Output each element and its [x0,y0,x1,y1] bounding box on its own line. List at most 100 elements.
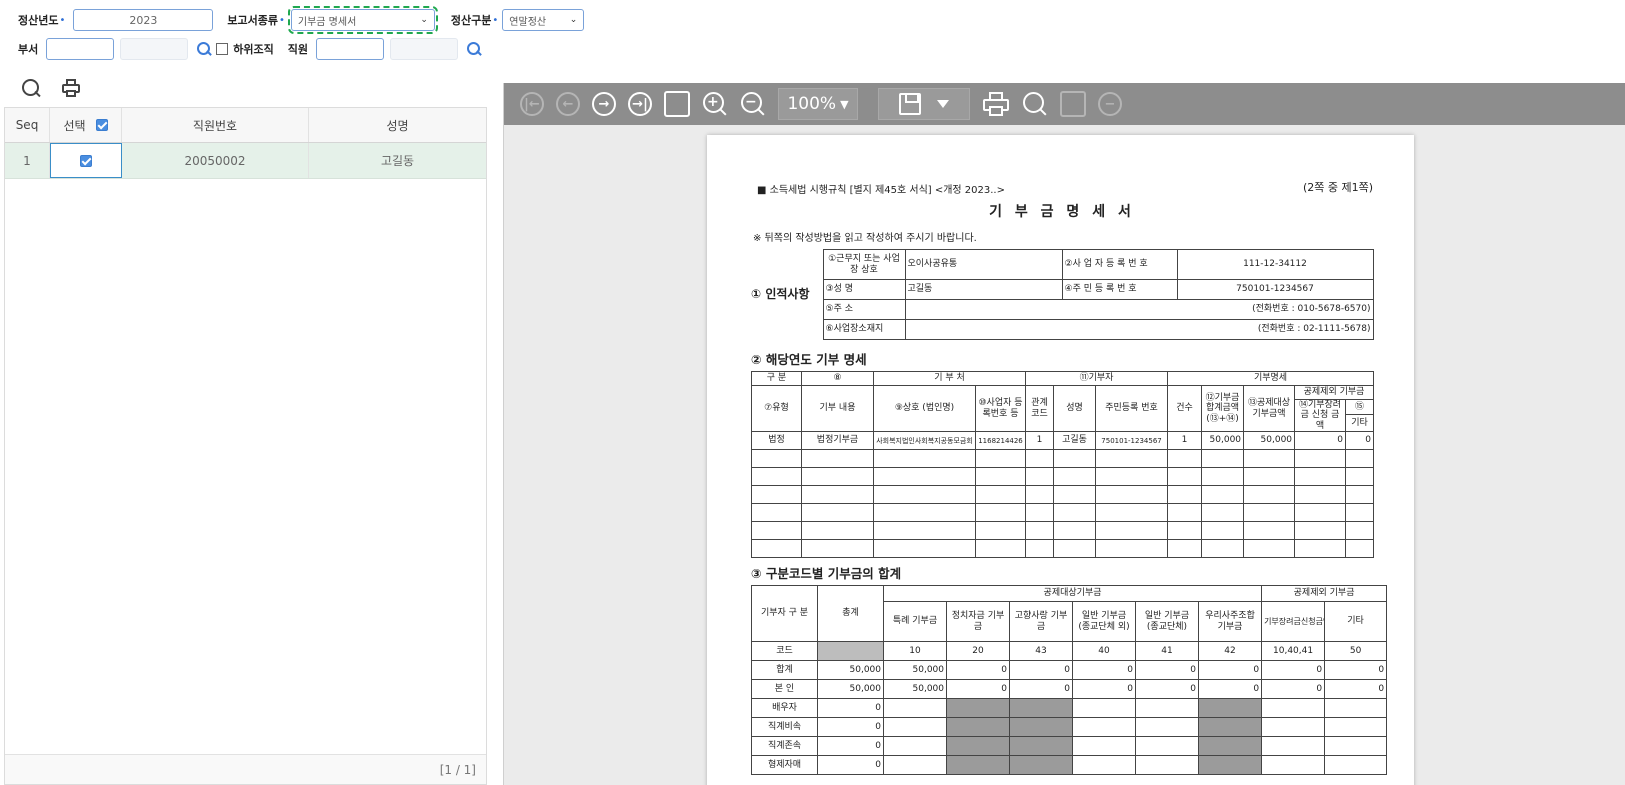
row-name: 고길동 [380,154,415,168]
row-label: 배우자 [751,698,818,718]
biz-addr-label: ⑥사업장소재지 [822,319,906,340]
row-label: 본 인 [751,679,818,699]
page-jump-icon[interactable] [664,91,690,117]
spouse-row: 배우자 0 [751,698,1388,718]
search-icon[interactable] [20,77,42,99]
page-number: (2쪽 중 제1쪽) [1302,181,1373,194]
dept-label: 부서 [18,43,39,56]
row-other: 0 [1345,431,1375,451]
row-donor-name: 고길동 [1053,431,1096,451]
val: 0 [946,660,1010,680]
col-political: 정치자금 기부금 [946,601,1010,642]
filter-row-2: 부서 하위조직 직원 [18,36,482,62]
next-page-icon[interactable]: → [592,92,616,116]
h-donor-rrn: 주민등록 번호 [1094,384,1169,433]
row-select-cell[interactable] [50,143,122,178]
table-row[interactable]: 1 20050002 고길동 [5,143,486,179]
zoom-select[interactable]: 100% ▼ [778,88,858,120]
close-icon[interactable]: − [1098,92,1122,116]
h-grand-total: 총계 [817,585,884,642]
row-donee-reg: 1168214426 [975,431,1026,451]
h-donor-gubun: 기부자 구 분 [751,585,818,642]
biz-reg-label: ②사 업 자 등 록 번 호 [1061,249,1178,280]
biz-reg: 111-12-34112 [1176,249,1374,280]
row-count: 1 [1167,431,1203,451]
row-total: 50,000 [817,679,884,699]
person: 고길동 [904,279,1063,300]
save-icon [899,93,921,115]
last-page-icon[interactable]: →| [628,92,652,116]
code-7: 50 [1324,641,1388,661]
settle-kind-select[interactable]: 연말정산 ⌄ [502,9,585,31]
sum-row: 합계 50,000 50,000 0 0 0 0 0 0 0 [751,660,1388,680]
col-select[interactable]: 선택 [50,108,122,142]
employee-code-input[interactable] [315,38,384,60]
row-total: 0 [817,736,884,756]
sub-org-checkbox[interactable] [216,43,229,55]
settle-kind-label: 정산구분 [450,14,492,27]
print-icon[interactable] [982,91,1010,117]
row-donor-rrn: 750101-1234567 [1094,431,1169,451]
settle-year-label: 정산년도 [18,14,59,27]
col-seq[interactable]: Seq [5,108,50,142]
h-donee-name: ⑨상호 (법인명) [873,384,976,433]
h-excluded: 공제제외 기부금 [1294,385,1375,400]
employee-label: 직원 [287,43,308,56]
print-icon[interactable] [60,77,82,99]
prev-page-icon[interactable]: ← [556,92,580,116]
col-select-label: 선택 [63,118,86,133]
required-mark: • [492,14,499,26]
employee-search-icon[interactable] [466,41,482,57]
h-detail: 기부명세 [1167,371,1375,386]
settle-kind-value: 연말정산 [509,16,547,28]
chevron-down-icon: ▼ [840,97,849,111]
s1-heading: ① 인적사항 [751,286,810,301]
filter-row-1: 정산년도 • 2023 보고서종류 • 기부금 명세서 ⌄ 정산구분 • 연말정산 ⌄ [18,6,585,34]
val: 0 [1197,660,1263,680]
h-content: 기부 내용 [801,384,874,433]
code-5: 42 [1197,641,1263,661]
dept-search-icon[interactable] [196,41,212,57]
select-all-checkbox[interactable] [95,119,108,131]
code-label: 코드 [751,641,818,661]
val: 0 [1009,660,1073,680]
val: 0 [1261,660,1326,680]
first-page-icon[interactable]: |← [520,92,544,116]
val: 0 [1324,660,1388,680]
dept-name-input [120,38,189,60]
save-menu[interactable] [878,88,970,120]
h-credit-req: ⑭기부장려금 신청 금액 [1294,398,1347,433]
col-general-nonrel: 일반 기부금 (종교단체 외) [1072,601,1136,642]
row-label: 직계비속 [751,717,818,737]
row-type: 법정 [751,431,802,451]
row-label: 직계존속 [751,736,818,756]
settle-year-input[interactable]: 2023 [73,9,214,31]
dept-code-input[interactable] [46,38,115,60]
employee-grid: Seq 선택 직원번호 성명 1 20050002 고길동 [1 / 1] [4,107,487,785]
chevron-down-icon: ⌄ [420,15,428,25]
self-row: 본 인 50,000 50,000 0 0 0 0 0 0 0 [751,679,1388,699]
chevron-down-icon: ⌄ [569,15,578,25]
code-4: 41 [1135,641,1199,661]
find-icon[interactable] [1022,91,1048,117]
h-relation: 관계 코드 [1025,384,1054,433]
report-page: ■ 소득세법 시행규칙 [별지 제45호 서식] <개정 2023..> (2쪽… [707,135,1414,785]
col-hometown: 고향사랑 기부금 [1009,601,1073,642]
zoom-out-icon[interactable]: − [740,91,766,117]
report-viewer: |← ← → →| + − 100% ▼ − ■ 소득세법 시행규칙 [별지 제4… [503,83,1625,785]
col-emp-no[interactable]: 직원번호 [122,108,309,142]
zoom-in-icon[interactable]: + [702,91,728,117]
val: 0 [1072,679,1136,699]
val: 50,000 [883,660,947,680]
h-count: 건수 [1167,384,1203,433]
grid-pager: [1 / 1] [5,754,486,784]
code-6: 10,40,41 [1261,641,1326,661]
required-mark: • [59,14,66,26]
row-checkbox[interactable] [80,154,92,167]
person-label: ③성 명 [822,279,906,300]
export-icon[interactable] [1060,91,1086,117]
row-donee-name: 사회복지법인사회복지공동모금회 [873,431,976,451]
report-type-select[interactable]: 기부금 명세서 ⌄ [287,6,438,34]
col-name[interactable]: 성명 [309,108,486,142]
row-emp-no: 20050002 [122,143,309,178]
